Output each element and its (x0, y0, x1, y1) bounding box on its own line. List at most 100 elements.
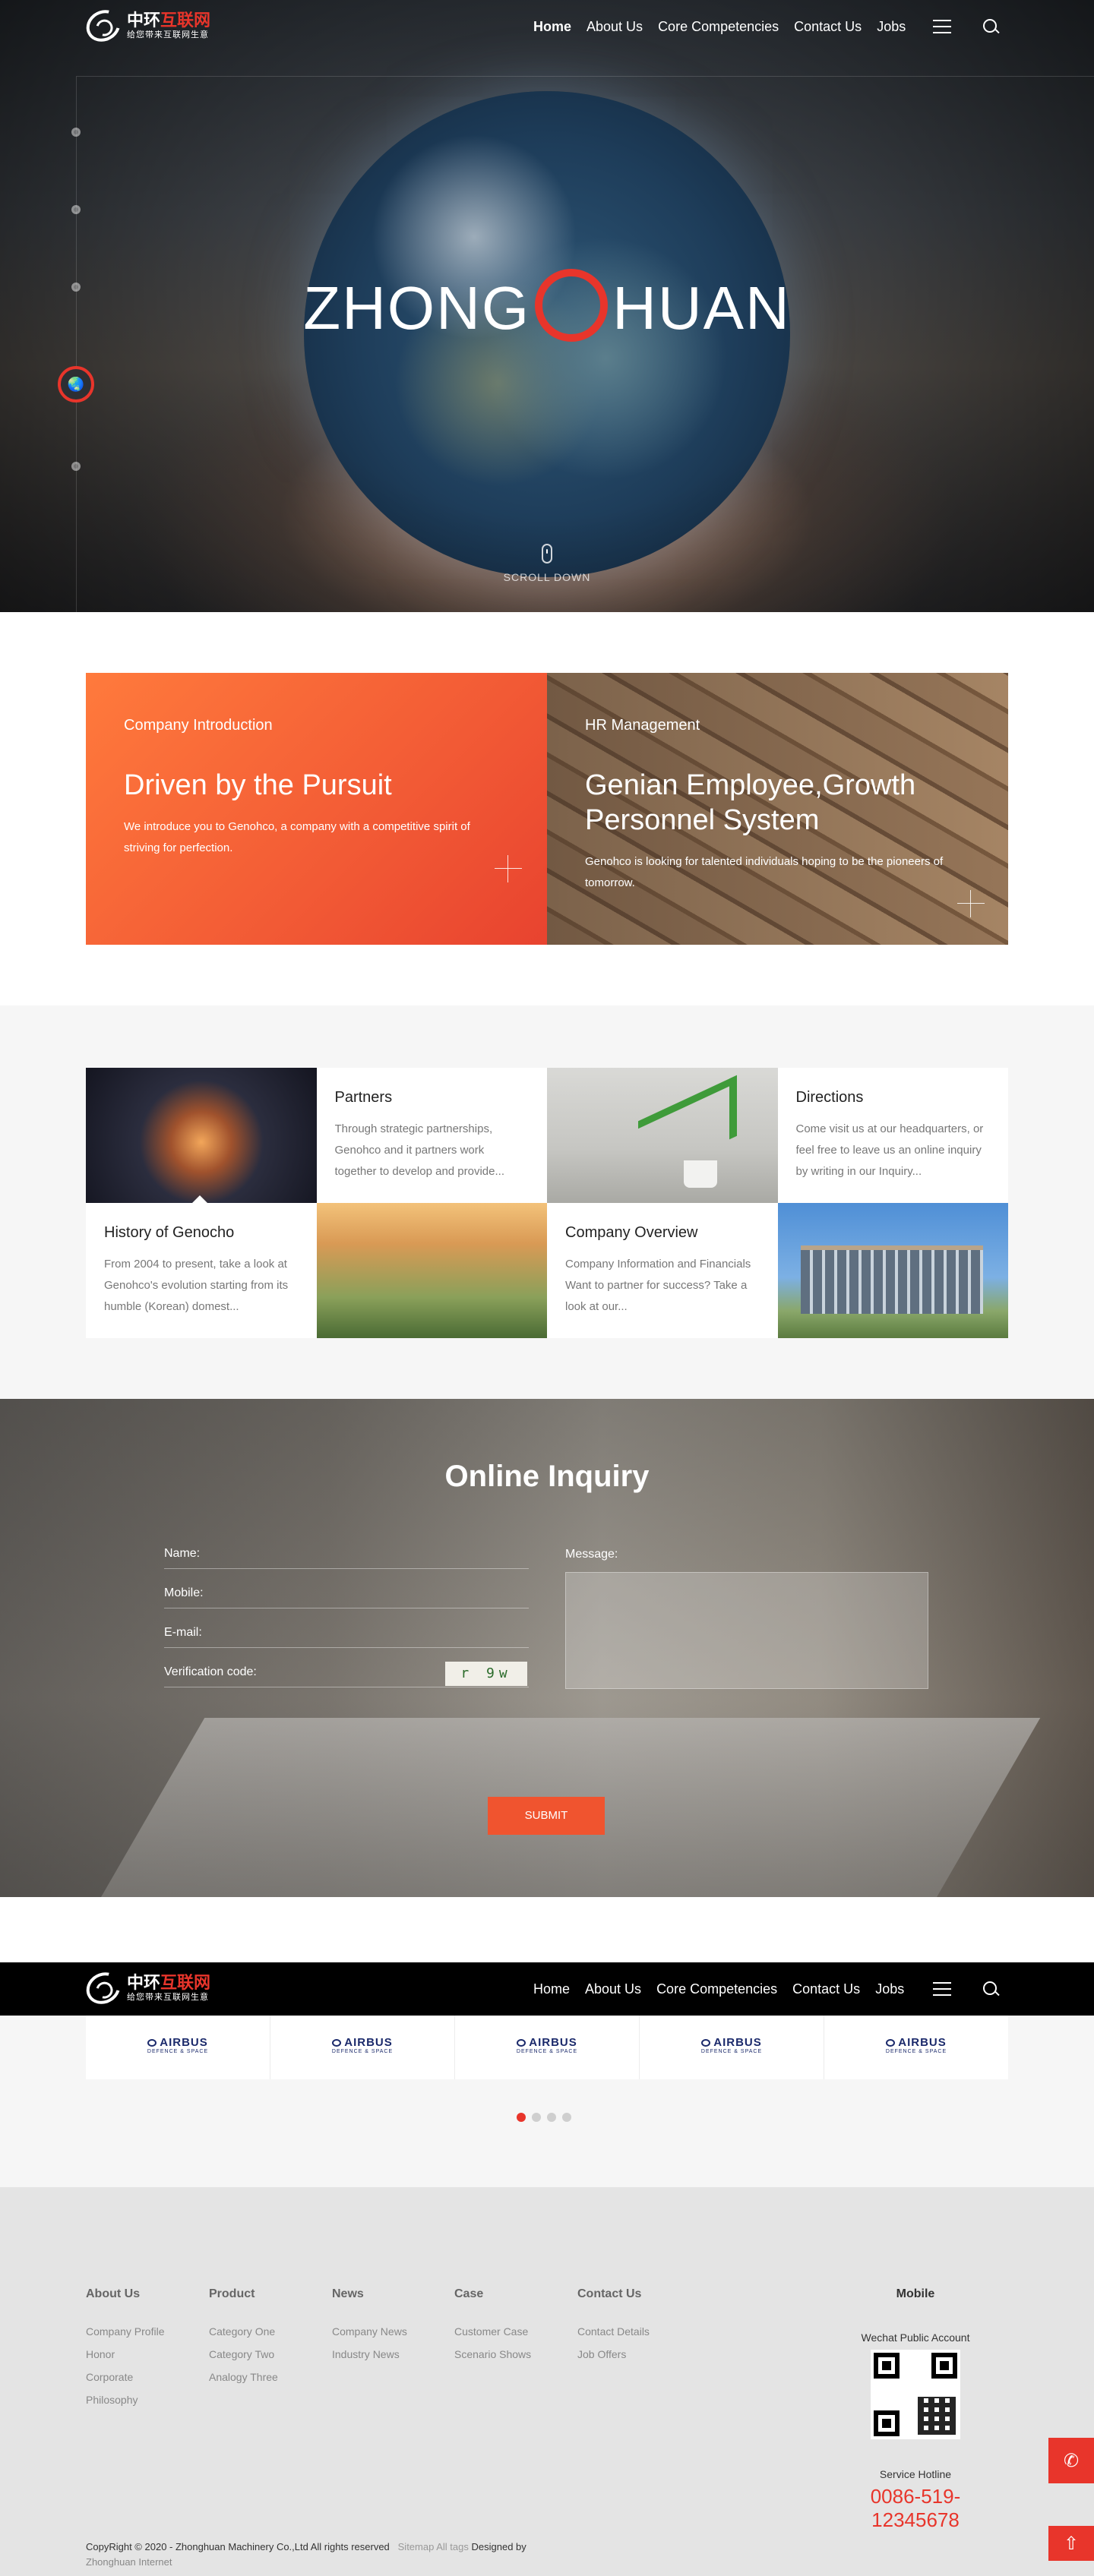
contact-float-button[interactable]: ✆ (1048, 2438, 1094, 2483)
nav-contact-us[interactable]: Contact Us (794, 19, 862, 35)
name-field[interactable]: Name: (164, 1539, 529, 1569)
footer-link[interactable]: Industry News (332, 2348, 407, 2360)
back-to-top-button[interactable]: ⇧ (1048, 2526, 1094, 2561)
promo-hr-management[interactable]: HR Management Genian Employee,Growth Per… (547, 673, 1008, 945)
search-icon[interactable] (983, 1981, 997, 1995)
footer-link[interactable]: Philosophy (86, 2394, 165, 2406)
footer-link[interactable]: Job Offers (577, 2348, 650, 2360)
all-tags-link[interactable]: All tags (436, 2541, 469, 2552)
footer-link[interactable]: Scenario Shows (454, 2348, 531, 2360)
grid-item-partners[interactable]: Partners Through strategic partnerships,… (316, 1068, 547, 1203)
mobile-label: Mobile: (164, 1586, 204, 1599)
designer-name: Zhonghuan Internet (86, 2556, 172, 2568)
pagination-dot[interactable] (532, 2113, 541, 2122)
grid-item-desc: From 2004 to present, take a look at Gen… (104, 1258, 289, 1313)
footer-link[interactable]: Customer Case (454, 2325, 531, 2338)
airbus-orb-icon (886, 2039, 896, 2047)
grid-item-title: History of Genocho (104, 1224, 235, 1241)
earth-in-hands-image[interactable] (86, 1068, 317, 1203)
footer-column-product: Product Category One Category Two Analog… (209, 2287, 278, 2394)
nav-core-competencies[interactable]: Core Competencies (658, 19, 779, 35)
pagination-dot-active[interactable] (517, 2113, 526, 2122)
email-field[interactable]: E-mail: (164, 1618, 529, 1648)
grid-item-desc: Through strategic partnerships, Genohco … (334, 1122, 505, 1178)
nav-jobs[interactable]: Jobs (875, 1981, 904, 1997)
nav-contact-us[interactable]: Contact Us (792, 1981, 860, 1997)
growth-plant-image[interactable] (547, 1068, 778, 1203)
partner-logo-airbus[interactable]: AIRBUS DEFENCE & SPACE (824, 2016, 1008, 2079)
airbus-orb-icon (517, 2039, 526, 2047)
holding-hands-image[interactable] (316, 1203, 547, 1338)
submit-button[interactable]: SUBMIT (488, 1797, 605, 1835)
plus-icon[interactable] (495, 855, 522, 882)
footer-link[interactable]: Category Two (209, 2348, 278, 2360)
footer-column-title: About Us (86, 2287, 141, 2300)
grid-item-title: Directions (795, 1089, 864, 1106)
partner-logo-airbus[interactable]: AIRBUS DEFENCE & SPACE (270, 2016, 455, 2079)
verification-label: Verification code: (164, 1665, 257, 1678)
mouse-icon (542, 544, 552, 564)
partner-logo-airbus[interactable]: AIRBUS DEFENCE & SPACE (455, 2016, 640, 2079)
nav-about-us[interactable]: About Us (585, 1981, 641, 1997)
footer-link[interactable]: Contact Details (577, 2325, 650, 2338)
grid-item-directions[interactable]: Directions Come visit us at our headquar… (777, 1068, 1008, 1203)
grid-item-desc: Come visit us at our headquarters, or fe… (795, 1122, 984, 1178)
partner-logo-airbus[interactable]: AIRBUS DEFENCE & SPACE (86, 2016, 270, 2079)
message-label: Message: (565, 1548, 618, 1561)
grid-item-history[interactable]: History of Genocho From 2004 to present,… (86, 1203, 317, 1338)
scroll-down[interactable]: SCROLL DOWN (0, 544, 1094, 583)
office-building-image[interactable] (777, 1203, 1008, 1338)
grid-item-company-overview[interactable]: Company Overview Company Information and… (547, 1203, 778, 1338)
menu-icon[interactable] (933, 20, 951, 33)
mobile-field[interactable]: Mobile: (164, 1578, 529, 1608)
promo-cards: Company Introduction Driven by the Pursu… (86, 673, 1008, 945)
partner-logo-airbus[interactable]: AIRBUS DEFENCE & SPACE (640, 2016, 824, 2079)
footer-column-about-us: About Us Company Profile Honor Corporate… (86, 2287, 165, 2417)
footer-column-title: News (332, 2287, 364, 2300)
copyright-text: CopyRight © 2020 - Zhonghuan Machinery C… (86, 2541, 390, 2552)
nav-home[interactable]: Home (533, 19, 571, 35)
search-icon[interactable] (983, 19, 997, 33)
logo[interactable]: 中环互联网 给您带来互联网生意 (81, 4, 210, 48)
footer-link[interactable]: Corporate (86, 2371, 165, 2383)
promo-desc: We introduce you to Genohco, a company w… (124, 820, 470, 854)
copyright: CopyRight © 2020 - Zhonghuan Machinery C… (86, 2540, 618, 2570)
sitemap-link[interactable]: Sitemap (398, 2541, 435, 2552)
hero-dot-active[interactable]: 🌏 (58, 366, 94, 402)
hero-frame-lines (76, 76, 1094, 612)
promo-title: Genian Employee,Growth Personnel System (585, 769, 916, 836)
hero-dot[interactable] (71, 205, 81, 214)
logo-swirl-icon (81, 4, 126, 48)
nav-about-us[interactable]: About Us (587, 19, 643, 35)
logo-name-2: 互联网 (160, 1973, 211, 1992)
mobile-title: Mobile (896, 2287, 935, 2300)
grid-item-title: Partners (334, 1089, 393, 1106)
hero-banner: 🌏 ZHONG HUAN SCROLL DOWN (0, 0, 1094, 612)
footer-column-case: Case Customer Case Scenario Shows (454, 2287, 531, 2371)
nav-jobs[interactable]: Jobs (877, 19, 906, 35)
footer-link[interactable]: Analogy Three (209, 2371, 278, 2383)
service-hotline-label: Service Hotline (879, 2468, 952, 2480)
pagination-dot[interactable] (562, 2113, 571, 2122)
airbus-orb-icon (332, 2039, 342, 2047)
footer-column-title: Product (209, 2287, 255, 2300)
nav-core-competencies[interactable]: Core Competencies (656, 1981, 777, 1997)
plus-icon[interactable] (957, 890, 985, 917)
hero-dot[interactable] (71, 462, 81, 471)
service-hotline-number[interactable]: 0086-519-12345678 (836, 2485, 995, 2532)
message-textarea[interactable] (565, 1572, 928, 1689)
logo[interactable]: 中环互联网 给您带来互联网生意 (81, 1966, 211, 2010)
promo-company-introduction[interactable]: Company Introduction Driven by the Pursu… (86, 673, 547, 945)
hero-dot[interactable] (71, 128, 81, 137)
footer-link[interactable]: Company Profile (86, 2325, 165, 2338)
footer-link[interactable]: Category One (209, 2325, 278, 2338)
pagination-dot[interactable] (547, 2113, 556, 2122)
arrow-up-icon: ⇧ (1063, 2533, 1080, 2554)
menu-icon[interactable] (933, 1982, 951, 1996)
footer-column-title: Case (454, 2287, 484, 2300)
captcha-image[interactable]: r 9w (445, 1662, 527, 1686)
footer-link[interactable]: Honor (86, 2348, 165, 2360)
phone-icon: ✆ (1063, 2450, 1080, 2471)
footer-link[interactable]: Company News (332, 2325, 407, 2338)
nav-home[interactable]: Home (533, 1981, 570, 1997)
